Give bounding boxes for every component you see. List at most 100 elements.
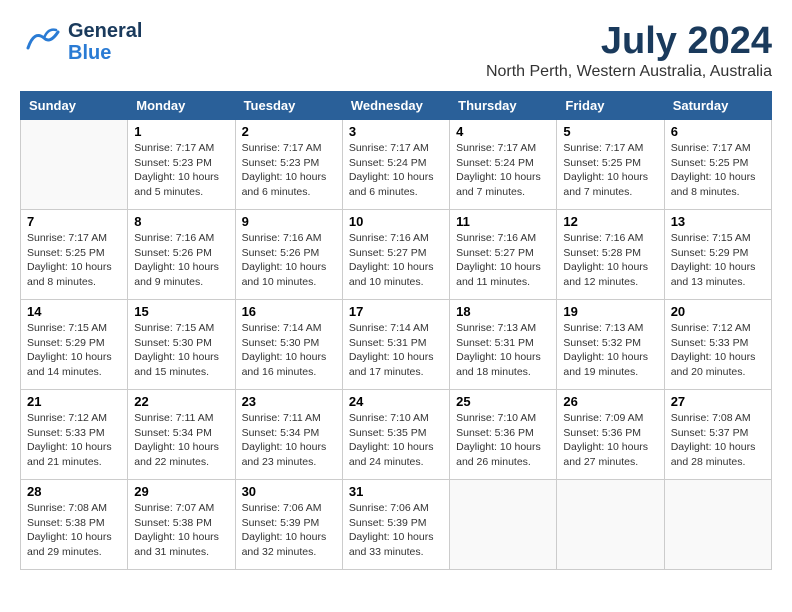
cell-day-number: 17 [349, 304, 443, 319]
cell-day-number: 7 [27, 214, 121, 229]
cell-day-number: 31 [349, 484, 443, 499]
header-tuesday: Tuesday [235, 92, 342, 120]
cell-info-text: Sunrise: 7:16 AM Sunset: 5:27 PM Dayligh… [349, 231, 443, 290]
week-row-2: 14 Sunrise: 7:15 AM Sunset: 5:29 PM Dayli… [21, 300, 772, 390]
calendar-cell: 21 Sunrise: 7:12 AM Sunset: 5:33 PM Dayli… [21, 390, 128, 480]
cell-day-number: 19 [563, 304, 657, 319]
calendar-cell: 13Sunrise: 7:15 AM Sunset: 5:29 PM Dayli… [664, 210, 771, 300]
cell-day-number: 11 [456, 214, 550, 229]
cell-info-text: Sunrise: 7:17 AM Sunset: 5:25 PM Dayligh… [671, 141, 765, 200]
cell-info-text: Sunrise: 7:08 AM Sunset: 5:38 PM Dayligh… [27, 501, 121, 560]
cell-info-text: Sunrise: 7:13 AM Sunset: 5:31 PM Dayligh… [456, 321, 550, 380]
cell-info-text: Sunrise: 7:12 AM Sunset: 5:33 PM Dayligh… [27, 411, 121, 470]
logo-general-text: General [68, 20, 142, 42]
calendar-cell: 8 Sunrise: 7:16 AM Sunset: 5:26 PM Daylig… [128, 210, 235, 300]
calendar-cell: 31Sunrise: 7:06 AM Sunset: 5:39 PM Dayli… [342, 480, 449, 570]
cell-day-number: 4 [456, 124, 550, 139]
cell-info-text: Sunrise: 7:16 AM Sunset: 5:27 PM Dayligh… [456, 231, 550, 290]
header-row: SundayMondayTuesdayWednesdayThursdayFrid… [21, 92, 772, 120]
cell-day-number: 23 [242, 394, 336, 409]
cell-info-text: Sunrise: 7:14 AM Sunset: 5:30 PM Dayligh… [242, 321, 336, 380]
week-row-1: 7 Sunrise: 7:17 AM Sunset: 5:25 PM Daylig… [21, 210, 772, 300]
calendar-cell: 2Sunrise: 7:17 AM Sunset: 5:23 PM Daylig… [235, 120, 342, 210]
logo-name: General Blue [68, 20, 142, 64]
week-row-0: 1 Sunrise: 7:17 AM Sunset: 5:23 PM Daylig… [21, 120, 772, 210]
calendar-cell: 25 Sunrise: 7:10 AM Sunset: 5:36 PM Dayli… [450, 390, 557, 480]
title-area: July 2024 North Perth, Western Australia… [486, 20, 772, 81]
header-wednesday: Wednesday [342, 92, 449, 120]
cell-day-number: 25 [456, 394, 550, 409]
logo: General Blue [20, 20, 142, 64]
cell-day-number: 26 [563, 394, 657, 409]
header-monday: Monday [128, 92, 235, 120]
cell-day-number: 9 [242, 214, 336, 229]
cell-day-number: 12 [563, 214, 657, 229]
calendar-cell: 28 Sunrise: 7:08 AM Sunset: 5:38 PM Dayli… [21, 480, 128, 570]
cell-day-number: 16 [242, 304, 336, 319]
calendar-cell: 4 Sunrise: 7:17 AM Sunset: 5:24 PM Daylig… [450, 120, 557, 210]
cell-info-text: Sunrise: 7:09 AM Sunset: 5:36 PM Dayligh… [563, 411, 657, 470]
cell-info-text: Sunrise: 7:16 AM Sunset: 5:26 PM Dayligh… [134, 231, 228, 290]
cell-info-text: Sunrise: 7:16 AM Sunset: 5:26 PM Dayligh… [242, 231, 336, 290]
calendar-cell: 14 Sunrise: 7:15 AM Sunset: 5:29 PM Dayli… [21, 300, 128, 390]
calendar-cell: 7 Sunrise: 7:17 AM Sunset: 5:25 PM Daylig… [21, 210, 128, 300]
cell-day-number: 8 [134, 214, 228, 229]
cell-day-number: 24 [349, 394, 443, 409]
calendar-cell: 16 Sunrise: 7:14 AM Sunset: 5:30 PM Dayli… [235, 300, 342, 390]
week-row-3: 21 Sunrise: 7:12 AM Sunset: 5:33 PM Dayli… [21, 390, 772, 480]
calendar-cell: 26 Sunrise: 7:09 AM Sunset: 5:36 PM Dayli… [557, 390, 664, 480]
calendar-cell [664, 480, 771, 570]
calendar-cell: 11 Sunrise: 7:16 AM Sunset: 5:27 PM Dayli… [450, 210, 557, 300]
calendar-table: SundayMondayTuesdayWednesdayThursdayFrid… [20, 91, 772, 570]
calendar-cell: 20Sunrise: 7:12 AM Sunset: 5:33 PM Dayli… [664, 300, 771, 390]
calendar-body: 1 Sunrise: 7:17 AM Sunset: 5:23 PM Daylig… [21, 120, 772, 570]
cell-info-text: Sunrise: 7:17 AM Sunset: 5:24 PM Dayligh… [349, 141, 443, 200]
cell-day-number: 30 [242, 484, 336, 499]
subtitle: North Perth, Western Australia, Australi… [486, 63, 772, 81]
calendar-cell: 10 Sunrise: 7:16 AM Sunset: 5:27 PM Dayli… [342, 210, 449, 300]
cell-day-number: 27 [671, 394, 765, 409]
cell-info-text: Sunrise: 7:11 AM Sunset: 5:34 PM Dayligh… [134, 411, 228, 470]
cell-info-text: Sunrise: 7:17 AM Sunset: 5:24 PM Dayligh… [456, 141, 550, 200]
calendar-header: SundayMondayTuesdayWednesdayThursdayFrid… [21, 92, 772, 120]
cell-info-text: Sunrise: 7:16 AM Sunset: 5:28 PM Dayligh… [563, 231, 657, 290]
cell-info-text: Sunrise: 7:17 AM Sunset: 5:23 PM Dayligh… [134, 141, 228, 200]
calendar-cell: 3 Sunrise: 7:17 AM Sunset: 5:24 PM Daylig… [342, 120, 449, 210]
cell-info-text: Sunrise: 7:15 AM Sunset: 5:29 PM Dayligh… [27, 321, 121, 380]
cell-day-number: 2 [242, 124, 336, 139]
main-title: July 2024 [486, 20, 772, 63]
calendar-cell: 5 Sunrise: 7:17 AM Sunset: 5:25 PM Daylig… [557, 120, 664, 210]
calendar-cell: 22Sunrise: 7:11 AM Sunset: 5:34 PM Dayli… [128, 390, 235, 480]
logo-blue-text: Blue [68, 42, 142, 64]
cell-info-text: Sunrise: 7:15 AM Sunset: 5:30 PM Dayligh… [134, 321, 228, 380]
calendar-cell: 6Sunrise: 7:17 AM Sunset: 5:25 PM Daylig… [664, 120, 771, 210]
cell-info-text: Sunrise: 7:11 AM Sunset: 5:34 PM Dayligh… [242, 411, 336, 470]
calendar-cell: 18 Sunrise: 7:13 AM Sunset: 5:31 PM Dayli… [450, 300, 557, 390]
calendar-cell: 17Sunrise: 7:14 AM Sunset: 5:31 PM Dayli… [342, 300, 449, 390]
calendar-cell: 9 Sunrise: 7:16 AM Sunset: 5:26 PM Daylig… [235, 210, 342, 300]
calendar-cell: 29Sunrise: 7:07 AM Sunset: 5:38 PM Dayli… [128, 480, 235, 570]
cell-day-number: 14 [27, 304, 121, 319]
cell-day-number: 28 [27, 484, 121, 499]
cell-day-number: 3 [349, 124, 443, 139]
cell-info-text: Sunrise: 7:17 AM Sunset: 5:25 PM Dayligh… [563, 141, 657, 200]
cell-info-text: Sunrise: 7:10 AM Sunset: 5:36 PM Dayligh… [456, 411, 550, 470]
cell-day-number: 5 [563, 124, 657, 139]
logo-icon [20, 20, 64, 64]
calendar-cell [450, 480, 557, 570]
calendar-cell: 1 Sunrise: 7:17 AM Sunset: 5:23 PM Daylig… [128, 120, 235, 210]
cell-day-number: 20 [671, 304, 765, 319]
calendar-cell: 30Sunrise: 7:06 AM Sunset: 5:39 PM Dayli… [235, 480, 342, 570]
cell-day-number: 10 [349, 214, 443, 229]
cell-day-number: 21 [27, 394, 121, 409]
header-sunday: Sunday [21, 92, 128, 120]
cell-day-number: 15 [134, 304, 228, 319]
cell-info-text: Sunrise: 7:13 AM Sunset: 5:32 PM Dayligh… [563, 321, 657, 380]
cell-day-number: 18 [456, 304, 550, 319]
cell-info-text: Sunrise: 7:17 AM Sunset: 5:25 PM Dayligh… [27, 231, 121, 290]
cell-day-number: 13 [671, 214, 765, 229]
calendar-cell: 12 Sunrise: 7:16 AM Sunset: 5:28 PM Dayli… [557, 210, 664, 300]
cell-day-number: 1 [134, 124, 228, 139]
calendar-cell: 19 Sunrise: 7:13 AM Sunset: 5:32 PM Dayli… [557, 300, 664, 390]
calendar-cell [21, 120, 128, 210]
